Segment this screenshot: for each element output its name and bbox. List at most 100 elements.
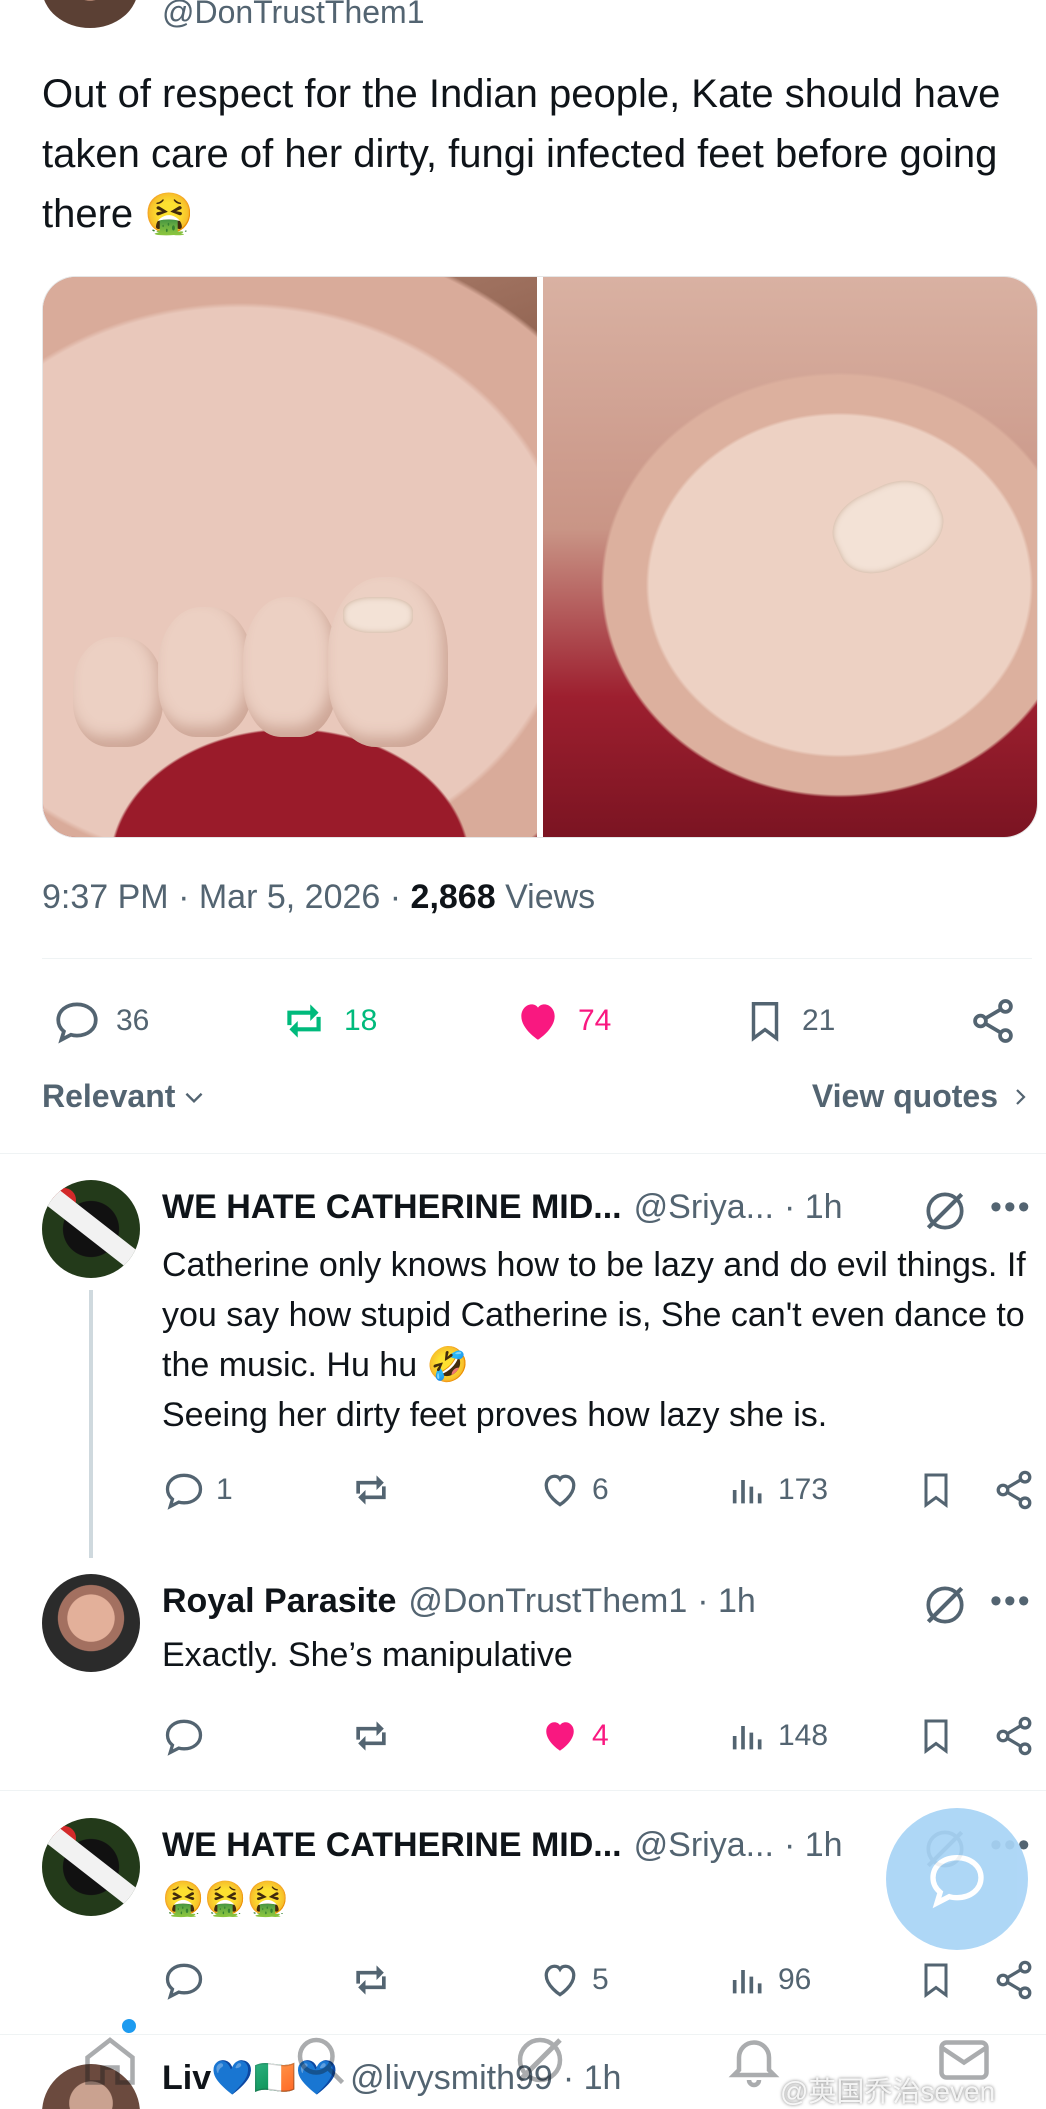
media-image-left[interactable] (43, 277, 537, 837)
share-icon (996, 1470, 1032, 1510)
reply-icon (165, 1963, 203, 2000)
bookmark-icon (751, 1002, 779, 1042)
tweet-text: Out of respect for the Indian people, Ka… (42, 72, 1001, 236)
reply-text: Catherine only knows how to be lazy and … (162, 1246, 1026, 1384)
more-icon[interactable]: ••• (990, 1188, 1032, 1227)
reply-author-name[interactable]: WE HATE CATHERINE MID... (162, 1826, 622, 1865)
repost-icon (356, 1475, 386, 1505)
analytics-icon (732, 1726, 762, 1750)
reply-author-handle[interactable]: @Sriya... (634, 1826, 774, 1865)
reply-icon (165, 1719, 203, 1756)
divider (42, 958, 1032, 959)
chevron-down-icon (185, 1092, 203, 1103)
like-button[interactable]: 5 (538, 1958, 609, 2002)
share-button[interactable] (968, 996, 1018, 1046)
bookmark-count: 21 (802, 1004, 836, 1037)
like-count: 74 (578, 1004, 612, 1037)
author-handle[interactable]: @DonTrustThem1 (162, 0, 424, 31)
reply-count: 36 (116, 1004, 150, 1037)
bookmark-button[interactable] (916, 1714, 956, 1758)
repost-button[interactable] (348, 1958, 394, 2002)
reply-button[interactable]: 36 (52, 996, 149, 1046)
reply-header: WE HATE CATHERINE MID... @Sriya... · 1h (162, 1826, 843, 1865)
bookmark-button[interactable]: 21 (742, 996, 835, 1046)
views-label: Views (505, 878, 596, 916)
views-button[interactable]: 96 (728, 1958, 811, 2002)
repost-icon (356, 1965, 386, 1995)
grok-icon[interactable] (920, 1186, 970, 1236)
bookmark-icon (924, 1473, 948, 1508)
repost-icon (356, 1721, 386, 1751)
reply-author-handle[interactable]: @Sriya... (634, 1188, 774, 1227)
reply-time: · 1h (783, 1188, 843, 1226)
heart-icon (544, 1964, 576, 1997)
reply-time: · 1h (783, 1826, 843, 1864)
tweet-action-bar: 36 18 74 21 (42, 990, 1038, 1060)
tweet-meta: 9:37 PM · Mar 5, 2026 · 2,868 Views (42, 878, 596, 916)
share-button[interactable] (992, 1958, 1036, 2002)
reply-time: · 1h (697, 1582, 756, 1620)
heart-filled-icon (546, 1722, 574, 1751)
share-button[interactable] (992, 1468, 1036, 1512)
heart-icon (544, 1474, 576, 1507)
reply-author-name[interactable]: WE HATE CATHERINE MID... (162, 1188, 622, 1227)
search-icon[interactable] (290, 2030, 350, 2090)
repost-icon (287, 1004, 321, 1038)
reply-author-name[interactable]: Royal Parasite (162, 1582, 396, 1621)
like-button[interactable]: 4 (538, 1714, 609, 1758)
like-button[interactable]: 6 (538, 1468, 609, 1512)
reply-button[interactable]: 1 (162, 1468, 233, 1512)
reply-action-bar: 5 96 (162, 1958, 1042, 2008)
reply-action-bar: 1 6 173 (162, 1468, 1042, 1518)
bookmark-icon (924, 1719, 948, 1754)
bell-icon[interactable] (724, 2030, 784, 2090)
reply-sort-row: Relevant View quotes (42, 1078, 1032, 1126)
home-icon[interactable] (80, 2030, 140, 2090)
avatar[interactable] (42, 1818, 140, 1916)
author-avatar[interactable] (42, 0, 138, 28)
view-quotes-link[interactable]: View quotes (812, 1078, 1032, 1115)
share-icon (973, 999, 1013, 1043)
share-icon (996, 1716, 1032, 1756)
repost-button[interactable] (348, 1714, 394, 1758)
thread-line (89, 1290, 93, 1558)
bookmark-icon (924, 1963, 948, 1998)
repost-count: 18 (344, 1004, 378, 1037)
bookmark-button[interactable] (916, 1958, 956, 2002)
reply-icon (56, 1002, 98, 1044)
tweet-media[interactable] (42, 276, 1038, 838)
more-icon[interactable]: ••• (990, 1582, 1032, 1621)
reply-action-bar: 4 148 (162, 1714, 1042, 1764)
reply-icon (165, 1473, 203, 1510)
tweet-date: Mar 5, 2026 (198, 878, 381, 916)
chevron-right-icon (1016, 1088, 1026, 1105)
bookmark-button[interactable] (916, 1468, 956, 1512)
grok-icon[interactable] (510, 2030, 570, 2090)
views-button[interactable]: 148 (728, 1714, 828, 1758)
tweet-time: 9:37 PM (42, 878, 169, 916)
reply-author-handle[interactable]: @DonTrustThem1 (408, 1582, 687, 1621)
like-button[interactable]: 74 (512, 996, 611, 1046)
views-button[interactable]: 173 (728, 1468, 828, 1512)
repost-button[interactable]: 18 (278, 996, 377, 1046)
avatar[interactable] (42, 1180, 140, 1278)
reply-button[interactable] (162, 1958, 206, 2002)
reply-text: Exactly. She’s manipulative (162, 1636, 573, 1674)
repost-button[interactable] (348, 1468, 394, 1512)
reply-text-line2: Seeing her dirty feet proves how lazy sh… (162, 1396, 828, 1434)
share-button[interactable] (992, 1714, 1036, 1758)
heart-filled-icon (521, 1004, 555, 1040)
compose-icon (930, 1854, 984, 1909)
media-image-right[interactable] (543, 277, 1037, 837)
reply-button[interactable] (162, 1714, 206, 1758)
reply-header: Royal Parasite @DonTrustThem1 · 1h (162, 1582, 756, 1621)
views-count: 2,868 (410, 878, 496, 916)
avatar[interactable] (42, 1574, 140, 1672)
divider (0, 1790, 1046, 1791)
compose-reply-button[interactable] (886, 1808, 1028, 1950)
analytics-icon (732, 1970, 762, 1994)
watermark: @英国乔治seven (780, 2076, 996, 2107)
analytics-icon (732, 1480, 762, 1504)
grok-icon[interactable] (920, 1580, 970, 1630)
sort-relevant-button[interactable]: Relevant (42, 1078, 207, 1115)
